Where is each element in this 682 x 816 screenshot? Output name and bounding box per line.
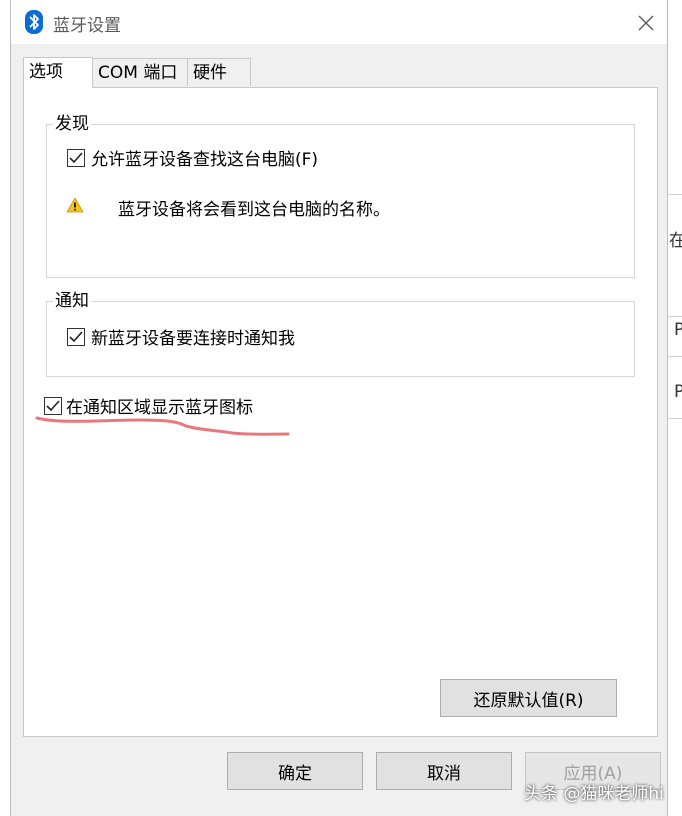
background-divider [668, 194, 682, 195]
background-divider [668, 316, 682, 317]
allow-discovery-label: 允许蓝牙设备查找这台电脑(F) [91, 150, 319, 170]
allow-discovery-checkbox[interactable] [67, 148, 85, 167]
warning-text: 蓝牙设备将会看到这台电脑的名称。 [118, 200, 390, 220]
close-button[interactable] [626, 6, 666, 40]
tab-com-ports[interactable]: COM 端口 [92, 58, 188, 86]
tab-hardware[interactable]: 硬件 [187, 58, 251, 86]
show-icon-label: 在通知区域显示蓝牙图标 [66, 398, 253, 418]
watermark: 头条 @猫咪老师hi [524, 784, 664, 804]
discovery-group: 发现 允许蓝牙设备查找这台电脑(F) 蓝牙设备将会看到这台电脑的名称。 [46, 113, 635, 278]
background-divider [668, 356, 682, 357]
background-text: P [674, 320, 682, 340]
background-window [668, 0, 682, 816]
bluetooth-settings-dialog: 蓝牙设置 选项 COM 端口 硬件 发现 允许蓝牙设备查找这台电脑(F) 蓝牙设… [10, 0, 668, 816]
notify-new-label: 新蓝牙设备要连接时通知我 [91, 329, 295, 349]
checkmark-icon [46, 399, 60, 411]
warning-icon [66, 197, 84, 213]
show-icon-checkbox-row[interactable]: 在通知区域显示蓝牙图标 [44, 393, 253, 418]
discovery-group-title: 发现 [53, 113, 91, 135]
close-icon [638, 15, 654, 31]
notify-new-checkbox-row[interactable]: 新蓝牙设备要连接时通知我 [67, 324, 295, 349]
allow-discovery-checkbox-row[interactable]: 允许蓝牙设备查找这台电脑(F) [67, 145, 318, 170]
background-text: 在 [669, 231, 682, 251]
tab-options[interactable]: 选项 [23, 57, 93, 88]
cancel-button[interactable]: 取消 [376, 752, 512, 790]
title-bar[interactable]: 蓝牙设置 [11, 0, 667, 44]
notification-group-title: 通知 [53, 290, 91, 312]
window-title: 蓝牙设置 [53, 16, 121, 36]
background-divider [668, 418, 682, 419]
background-window-left [0, 0, 10, 816]
notify-new-checkbox[interactable] [67, 327, 85, 346]
checkmark-icon [69, 151, 83, 163]
background-text: P [674, 382, 682, 402]
ok-button[interactable]: 确定 [227, 752, 363, 790]
notification-group: 通知 新蓝牙设备要连接时通知我 [46, 290, 635, 377]
options-panel: 发现 允许蓝牙设备查找这台电脑(F) 蓝牙设备将会看到这台电脑的名称。 通知 新… [23, 87, 658, 737]
show-icon-checkbox[interactable] [44, 396, 62, 415]
bluetooth-icon [25, 10, 43, 34]
checkmark-icon [69, 330, 83, 342]
restore-defaults-button[interactable]: 还原默认值(R) [440, 679, 617, 717]
